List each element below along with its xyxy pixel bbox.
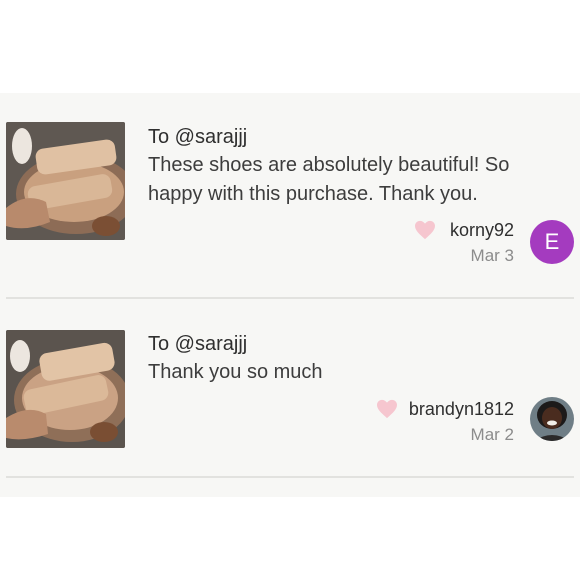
note-date: Mar 3	[470, 246, 514, 265]
sandal-photo	[6, 122, 125, 240]
note-message: These shoes are absolutely beautiful! So…	[148, 154, 510, 205]
note-author[interactable]: korny92	[450, 220, 514, 241]
heart-icon[interactable]	[414, 220, 436, 240]
note-author[interactable]: brandyn1812	[409, 399, 514, 420]
avatar[interactable]	[530, 397, 574, 441]
recipient-label[interactable]: To @sarajjj	[148, 333, 247, 356]
listing-thumbnail[interactable]	[6, 122, 125, 240]
recipient-label[interactable]: To @sarajjj	[148, 126, 247, 149]
note-date: Mar 2	[470, 425, 514, 444]
heart-icon[interactable]	[376, 399, 398, 419]
sandal-photo	[6, 330, 125, 448]
listing-thumbnail[interactable]	[6, 330, 125, 448]
note-divider	[6, 297, 574, 299]
avatar[interactable]: E	[530, 220, 574, 264]
note-divider	[6, 476, 574, 478]
note-message: Thank you so much	[148, 361, 323, 383]
avatar-photo	[530, 397, 574, 441]
